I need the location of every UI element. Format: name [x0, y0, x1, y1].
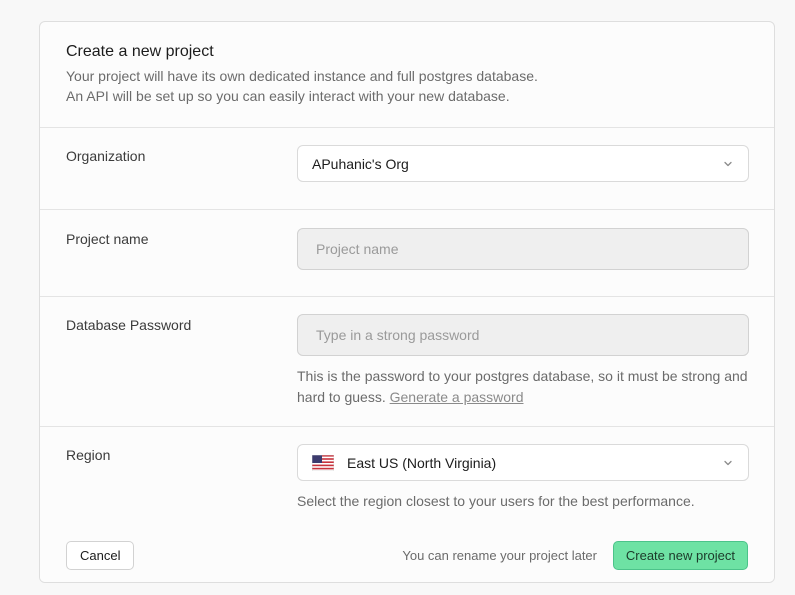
chevron-down-icon — [724, 161, 732, 166]
organization-field: APuhanic's Org — [297, 145, 749, 182]
organization-selected-value: APuhanic's Org — [312, 155, 409, 172]
project-name-label: Project name — [66, 231, 149, 247]
card-footer: Cancel You can rename your project later… — [40, 529, 774, 582]
organization-row: Organization APuhanic's Org — [40, 128, 774, 210]
create-project-card: Create a new project Your project will h… — [39, 21, 775, 583]
database-password-help: This is the password to your postgres da… — [297, 366, 749, 408]
create-project-button[interactable]: Create new project — [612, 541, 748, 570]
database-password-field: This is the password to your postgres da… — [297, 314, 749, 408]
cancel-button[interactable]: Cancel — [66, 541, 135, 570]
project-name-row: Project name — [40, 210, 774, 297]
chevron-down-icon — [724, 460, 732, 465]
organization-select[interactable]: APuhanic's Org — [297, 145, 749, 182]
page-description-line1: Your project will have its own dedicated… — [66, 68, 538, 84]
region-field: East US (North Virginia) Select the regi… — [297, 444, 749, 512]
region-help-text: Select the region closest to your users … — [297, 493, 695, 509]
rename-note: You can rename your project later — [402, 548, 597, 563]
database-password-label: Database Password — [66, 317, 192, 333]
region-label: Region — [66, 447, 111, 463]
region-select[interactable]: East US (North Virginia) — [297, 444, 749, 481]
database-password-input[interactable] — [297, 314, 749, 356]
page-title: Create a new project — [66, 43, 214, 60]
card-header: Create a new project Your project will h… — [40, 22, 774, 128]
us-flag-icon — [312, 454, 334, 471]
region-row: Region East US (North Virginia) Select t… — [40, 427, 774, 532]
project-name-input[interactable] — [297, 228, 749, 270]
generate-password-link[interactable]: Generate a password — [390, 389, 524, 405]
page-description-line2: An API will be set up so you can easily … — [66, 88, 510, 104]
region-selected-value: East US (North Virginia) — [347, 454, 497, 471]
database-password-row: Database Password This is the password t… — [40, 297, 774, 427]
organization-label: Organization — [66, 148, 146, 164]
project-name-field — [297, 228, 749, 270]
